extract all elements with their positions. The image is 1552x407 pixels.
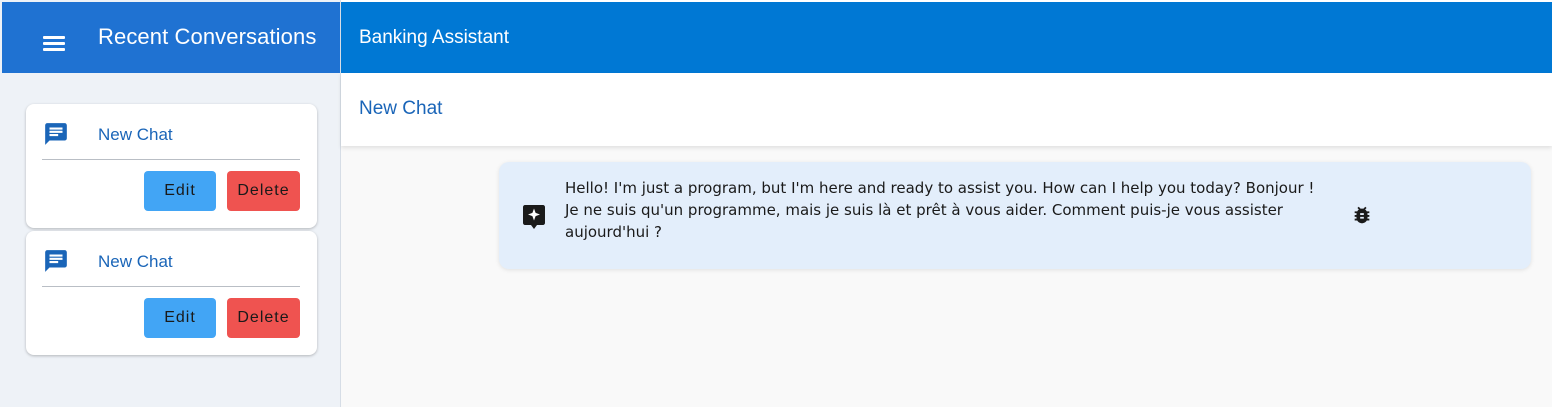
message-line: aujourd'hui ? [565,223,663,241]
assistant-message: Hello! I'm just a program, but I'm here … [499,162,1531,269]
sidebar-header: Recent Conversations [2,2,340,73]
divider [42,159,300,160]
chat-title: New Chat [359,98,443,119]
message-line: Je ne suis qu'un programme, mais je suis… [565,201,1283,219]
app-header: Banking Assistant [341,0,1552,73]
chat-bubble-icon [45,123,67,145]
sidebar-title: Recent Conversations [98,24,317,49]
message-line: Hello! I'm just a program, but I'm here … [565,179,1315,197]
delete-button[interactable]: Delete [227,298,300,338]
bug-icon[interactable] [1351,203,1373,227]
conversation-title[interactable]: New Chat [98,252,173,272]
delete-button[interactable]: Delete [227,171,300,211]
app-title: Banking Assistant [359,27,509,48]
edit-button[interactable]: Edit [144,171,216,211]
app: Recent Conversations New Chat Edit Delet… [0,0,1552,407]
conversation-card[interactable]: New Chat Edit Delete [26,104,317,228]
chat-header: New Chat [341,73,1552,146]
sidebar: Recent Conversations New Chat Edit Delet… [0,0,341,407]
edit-button[interactable]: Edit [144,298,216,338]
assistant-sparkle-icon [523,205,545,229]
hamburger-menu-icon[interactable] [40,31,68,55]
chat-bubble-icon [45,250,67,272]
message-text: Hello! I'm just a program, but I'm here … [565,177,1335,243]
conversation-title[interactable]: New Chat [98,125,173,145]
conversation-card[interactable]: New Chat Edit Delete [26,231,317,355]
divider [42,286,300,287]
